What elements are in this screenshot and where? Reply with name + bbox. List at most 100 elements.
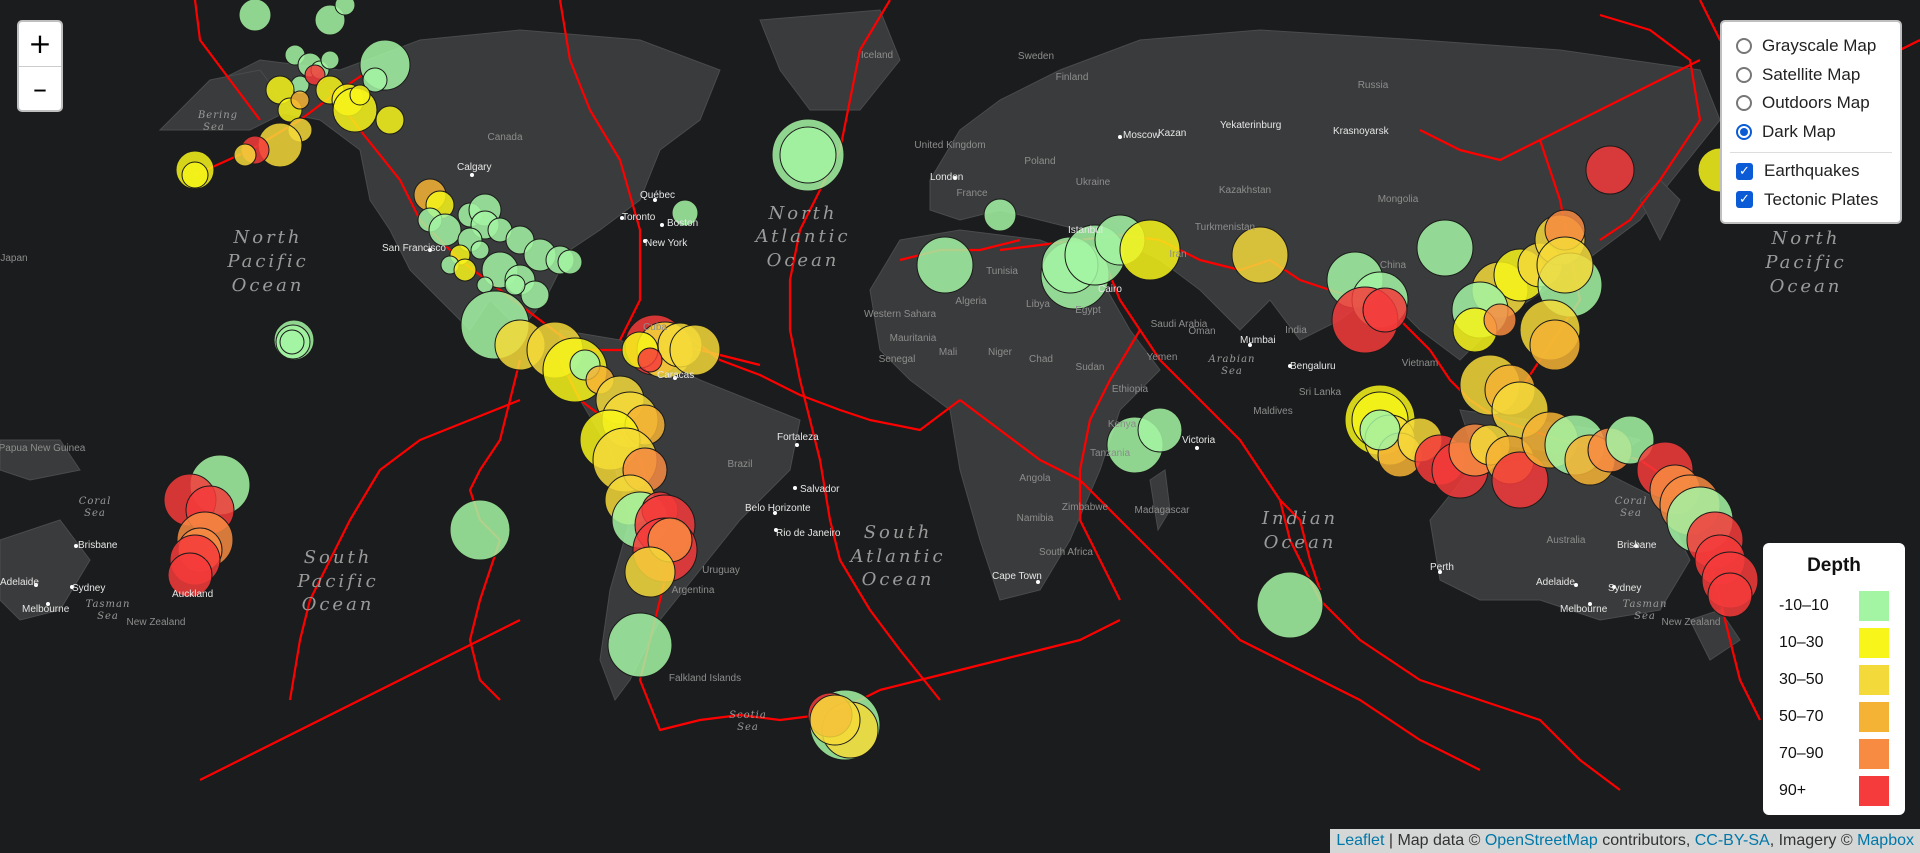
map-canvas[interactable]: North Pacific Ocean North Atlantic Ocean… (0, 0, 1920, 853)
earthquake-marker[interactable] (279, 329, 305, 355)
legend-item: 50–70 (1779, 698, 1889, 735)
country-label-angola: Angola (1019, 473, 1051, 484)
overlay-option-label: Tectonic Plates (1764, 189, 1879, 209)
zoom-out-button[interactable]: – (19, 67, 61, 111)
earthquake-marker[interactable] (1483, 303, 1517, 337)
radio-button[interactable] (1736, 66, 1752, 83)
city-label-brisbane-west: Brisbane (78, 540, 118, 551)
earthquake-marker[interactable] (334, 0, 356, 16)
earthquake-marker[interactable] (233, 143, 257, 167)
checkbox-check-icon[interactable]: ✓ (1736, 191, 1753, 209)
ocean-label-north-pacific-east-line1: North (1770, 228, 1840, 249)
earthquake-marker[interactable] (375, 105, 405, 135)
overlay-option-earthquakes[interactable]: ✓ Earthquakes (1736, 157, 1892, 186)
earthquake-marker[interactable] (916, 236, 974, 294)
earthquake-marker[interactable] (1359, 409, 1401, 451)
city-label-krasnoyarsk: Krasnoyarsk (1333, 126, 1390, 137)
earthquake-marker[interactable] (453, 258, 477, 282)
city-label-caracas: Caracas (657, 370, 694, 381)
ocean-label-north-pacific-east-line2: Pacific (1764, 252, 1846, 273)
earthquake-marker[interactable] (983, 198, 1017, 232)
layer-option-label: Outdoors Map (1762, 93, 1870, 113)
country-label-mauritania: Mauritania (890, 333, 937, 344)
earthquake-marker[interactable] (1231, 226, 1289, 284)
legend-swatch (1859, 775, 1889, 806)
earthquake-marker[interactable] (1362, 287, 1408, 333)
earthquake-marker[interactable] (470, 240, 490, 260)
openstreetmap-link[interactable]: OpenStreetMap (1485, 832, 1598, 849)
layer-option-grayscale[interactable]: Grayscale Map (1736, 32, 1892, 61)
legend-swatch (1859, 738, 1889, 769)
city-label-bengaluru: Bengaluru (1290, 361, 1336, 372)
city-label-san-francisco: San Francisco (382, 243, 446, 254)
earthquake-marker[interactable] (624, 546, 676, 598)
earthquake-marker[interactable] (290, 90, 310, 110)
earthquake-marker[interactable] (238, 0, 272, 32)
earthquake-marker[interactable] (1256, 571, 1324, 639)
leaflet-link[interactable]: Leaflet (1336, 832, 1384, 849)
checkbox-check-icon[interactable]: ✓ (1736, 162, 1753, 180)
earthquake-marker[interactable] (637, 347, 663, 373)
radio-button[interactable] (1736, 95, 1752, 112)
earthquake-marker[interactable] (428, 213, 462, 247)
earthquake-marker[interactable] (1529, 319, 1581, 371)
earthquake-marker[interactable] (809, 694, 861, 746)
city-label-moscow: Moscow (1123, 130, 1160, 141)
layer-option-satellite[interactable]: Satellite Map (1736, 61, 1892, 90)
sea-label-scotia: Scotia (729, 710, 767, 721)
mapbox-link[interactable]: Mapbox (1857, 832, 1914, 849)
earthquake-marker[interactable] (557, 249, 583, 275)
ocean-label-north-pacific-east-line3: Ocean (1770, 276, 1843, 297)
earthquake-marker[interactable] (1707, 572, 1753, 618)
country-label-vietnam: Vietnam (1402, 358, 1439, 369)
legend-item-label: 10–30 (1779, 633, 1824, 651)
legend-item-label: 70–90 (1779, 744, 1824, 762)
city-dot (660, 223, 664, 227)
layer-control-separator (1730, 152, 1892, 153)
earthquake-marker[interactable] (607, 612, 673, 678)
earthquake-marker[interactable] (1536, 236, 1594, 294)
earthquake-marker[interactable] (1137, 407, 1183, 453)
earthquake-marker[interactable] (349, 84, 371, 106)
overlay-option-tectonic-plates[interactable]: ✓ Tectonic Plates (1736, 186, 1892, 215)
overlay-option-label: Earthquakes (1764, 161, 1860, 181)
sea-label-tasman: Tasman (86, 599, 131, 610)
earthquake-marker[interactable] (476, 276, 494, 294)
country-label-canada: Canada (487, 132, 522, 143)
sea-label-coral-east: Coral (1615, 496, 1648, 507)
layer-option-dark[interactable]: Dark Map (1736, 118, 1892, 147)
ocean-label-indian-line2: Ocean (1264, 532, 1337, 553)
earthquake-marker[interactable] (1416, 219, 1474, 277)
radio-button[interactable] (1736, 38, 1752, 55)
radio-button[interactable] (1736, 123, 1752, 140)
city-label-boston: Boston (667, 218, 698, 229)
attribution-text: contributors, (1597, 832, 1695, 849)
earthquake-marker[interactable] (320, 50, 340, 70)
earthquake-marker[interactable] (779, 126, 837, 184)
city-dot (795, 443, 799, 447)
legend-item: -10–10 (1779, 587, 1889, 624)
license-link[interactable]: CC-BY-SA (1695, 832, 1770, 849)
earthquake-marker[interactable] (1585, 145, 1635, 195)
ocean-label-south-atlantic-line1: South (864, 522, 933, 543)
country-label-ethiopia: Ethiopia (1112, 384, 1149, 395)
country-label-russia: Russia (1358, 80, 1389, 91)
country-label-namibia: Namibia (1017, 513, 1054, 524)
earthquake-marker[interactable] (669, 324, 721, 376)
country-label-brazil: Brazil (727, 459, 752, 470)
layer-option-outdoors[interactable]: Outdoors Map (1736, 89, 1892, 118)
country-label-falkland: Falkland Islands (669, 673, 741, 684)
earthquake-marker[interactable] (181, 161, 209, 189)
sea-label-coral: Coral (79, 496, 112, 507)
ocean-label-south-pacific-line2: Pacific (296, 571, 378, 592)
earthquake-marker[interactable] (449, 499, 511, 561)
country-label-india: India (1285, 325, 1307, 336)
zoom-in-button[interactable]: + (19, 22, 61, 67)
city-label-mumbai: Mumbai (1240, 335, 1276, 346)
country-label-western-sahara: Western Sahara (864, 309, 937, 320)
country-label-maldives: Maldives (1253, 406, 1292, 417)
country-label-zimbabwe: Zimbabwe (1062, 502, 1109, 513)
earthquake-marker[interactable] (504, 274, 526, 296)
ocean-label-north-pacific-line3: Ocean (232, 275, 305, 296)
country-label-tanzania: Tanzania (1090, 448, 1130, 459)
